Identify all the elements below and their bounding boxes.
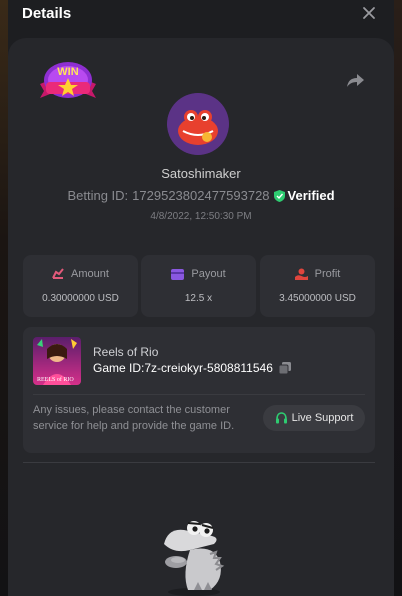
- modal-header: Details: [8, 0, 394, 34]
- win-badge: WIN: [38, 58, 98, 104]
- stat-amount: Amount 0.30000000 USD: [23, 255, 138, 317]
- stat-payout-value: 12.5 x: [184, 293, 213, 304]
- game-id-label: Game ID:: [93, 361, 145, 375]
- shield-check-icon: [273, 189, 285, 202]
- backdrop-right: [394, 0, 402, 596]
- game-id-row: Game ID:7z-creiokyr-5808811546: [93, 361, 291, 375]
- stat-profit-label: Profit: [314, 268, 341, 280]
- username: Satoshimaker: [161, 166, 241, 181]
- game-name: Reels of Rio: [93, 345, 159, 359]
- svg-text:REELS of RIO: REELS of RIO: [37, 376, 74, 383]
- stat-amount-value: 0.30000000 USD: [42, 293, 119, 304]
- copy-icon[interactable]: [278, 362, 291, 374]
- betting-id-label: Betting ID:: [67, 188, 129, 203]
- close-icon: [363, 7, 375, 19]
- stat-profit: Profit 3.45000000 USD: [260, 255, 375, 317]
- svg-text:WIN: WIN: [57, 66, 78, 78]
- crocodile-mascot-image: [154, 514, 236, 596]
- game-thumbnail[interactable]: REELS of RIO: [33, 337, 81, 385]
- game-id-value: 7z-creiokyr-5808811546: [144, 361, 273, 375]
- profit-icon: [294, 268, 308, 280]
- verified-badge: Verified: [273, 188, 335, 203]
- stat-payout: Payout 12.5 x: [141, 255, 256, 317]
- close-button[interactable]: [360, 4, 378, 22]
- stats-row: Amount 0.30000000 USD Payout 12.5 x Prof…: [23, 255, 375, 317]
- stat-profit-value: 3.45000000 USD: [279, 293, 356, 304]
- amount-icon: [52, 268, 64, 279]
- game-box-divider: [33, 394, 365, 395]
- share-icon: [347, 74, 364, 87]
- backdrop-left: [0, 0, 8, 596]
- game-info-box: REELS of RIO Reels of Rio Game ID:7z-cre…: [23, 327, 375, 453]
- section-divider: [23, 462, 375, 463]
- share-button[interactable]: [346, 71, 366, 89]
- avatar: [167, 93, 229, 155]
- payout-card-icon: [171, 268, 185, 280]
- headset-icon: [275, 411, 287, 423]
- live-support-label: Live Support: [291, 412, 354, 424]
- verified-label: Verified: [287, 188, 335, 203]
- stat-payout-label: Payout: [191, 268, 226, 280]
- details-modal: Details WIN Satoshimaker Betting ID: 172…: [8, 0, 394, 596]
- help-text: Any issues, please contact the customer …: [33, 404, 235, 432]
- betting-id-value: 1729523802477593728: [132, 188, 270, 203]
- bet-date: 4/8/2022, 12:50:30 PM: [150, 211, 252, 222]
- modal-title: Details: [22, 5, 72, 22]
- stat-amount-label: Amount: [71, 268, 109, 280]
- betting-id-row: Betting ID: 1729523802477593728 Verified: [8, 188, 394, 203]
- live-support-button[interactable]: Live Support: [263, 405, 365, 431]
- details-card: WIN Satoshimaker Betting ID: 17295238024…: [8, 38, 394, 596]
